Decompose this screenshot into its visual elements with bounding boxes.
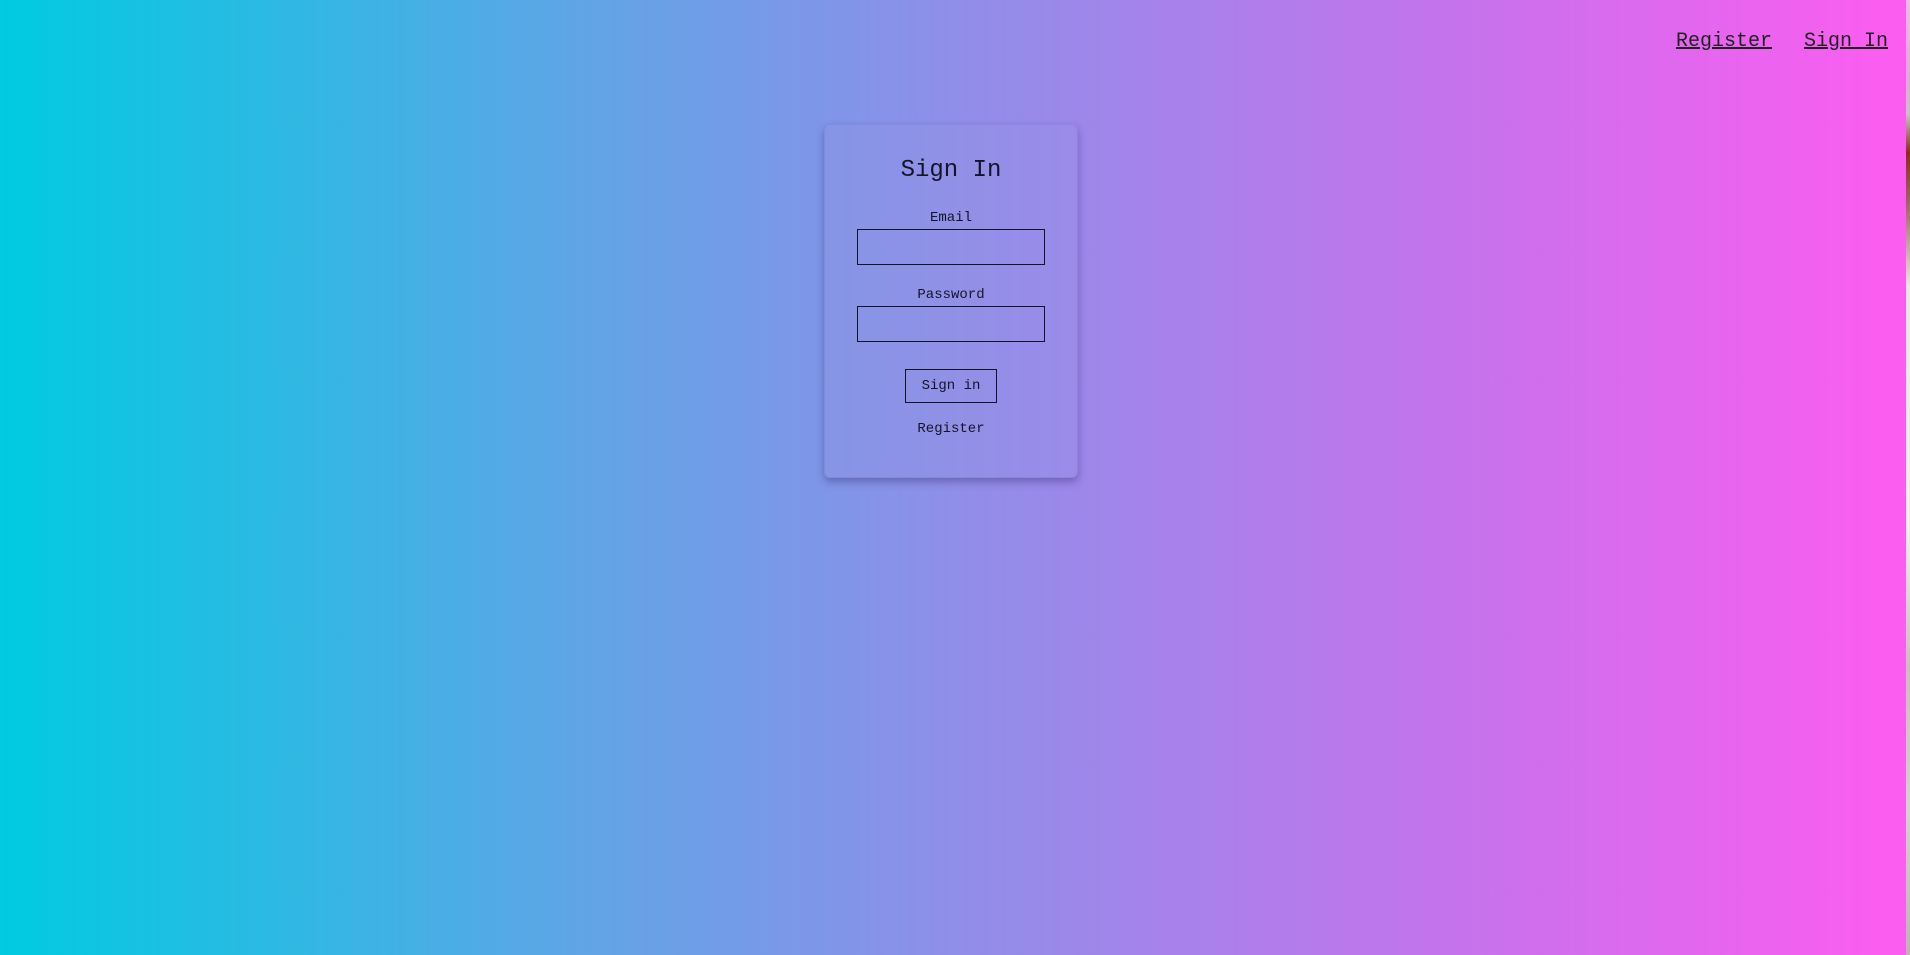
nav-register-link[interactable]: Register [1676, 30, 1772, 53]
signin-card: Sign In Email Password Sign in Register [824, 124, 1078, 478]
page-scrollbar[interactable] [1906, 0, 1910, 955]
card-title: Sign In [900, 157, 1002, 184]
signin-button[interactable]: Sign in [905, 369, 997, 403]
password-input[interactable] [857, 306, 1045, 342]
top-nav: Register Sign In [1676, 30, 1888, 53]
card-register-link[interactable]: Register [917, 421, 984, 437]
email-label: Email [929, 210, 972, 226]
password-label: Password [917, 287, 985, 303]
email-input[interactable] [857, 229, 1045, 265]
nav-signin-link[interactable]: Sign In [1804, 30, 1888, 53]
